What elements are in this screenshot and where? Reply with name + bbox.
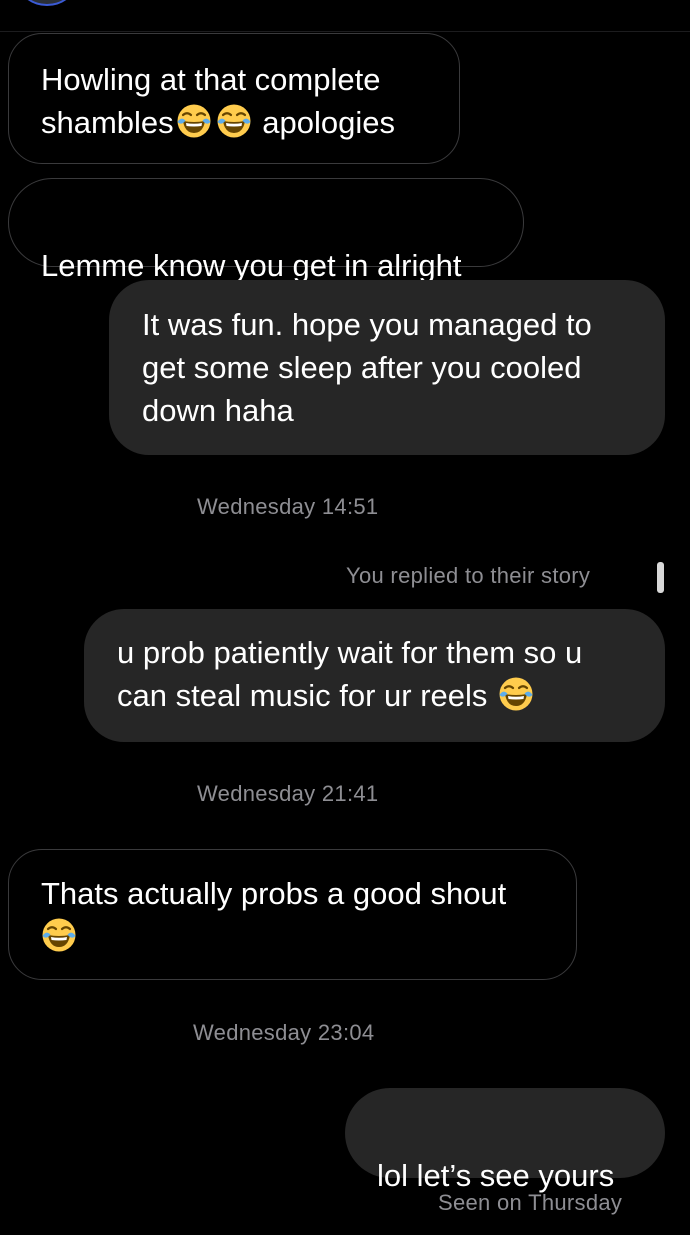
message-text: Thats actually probs a good shout (41, 876, 507, 911)
tears-of-joy-emoji-icon (216, 103, 252, 139)
story-reply-label: You replied to their story (346, 563, 591, 588)
tears-of-joy-emoji-icon (176, 103, 212, 139)
message-text: Lemme know you get in alright (41, 248, 462, 283)
sent-message-bubble[interactable]: It was fun. hope you managed to get some… (109, 280, 665, 455)
sent-message-bubble[interactable]: u prob patiently wait for them so u can … (84, 609, 665, 742)
message-timestamp: Wednesday 14:51 (197, 494, 379, 519)
story-preview-bar[interactable] (657, 562, 664, 593)
received-message-bubble[interactable]: Lemme know you get in alright (8, 178, 524, 283)
message-text: lol let’s see yours (377, 1158, 615, 1193)
received-message-bubble[interactable]: Howling at that complete shambles apolog… (8, 33, 460, 164)
received-message-bubble[interactable]: Thats actually probs a good shout (8, 849, 577, 980)
tears-of-joy-emoji-icon (498, 676, 534, 712)
sent-message-bubble[interactable]: lol let’s see yours (345, 1088, 665, 1193)
seen-receipt: Seen on Thursday (438, 1190, 623, 1215)
header-divider (0, 31, 690, 32)
message-text: It was fun. hope you managed to get some… (142, 307, 592, 428)
message-timestamp: Wednesday 23:04 (193, 1020, 375, 1045)
contact-avatar[interactable] (20, 0, 74, 6)
tears-of-joy-emoji-icon (41, 917, 77, 953)
message-text: apologies (253, 105, 396, 140)
message-timestamp: Wednesday 21:41 (197, 781, 379, 806)
